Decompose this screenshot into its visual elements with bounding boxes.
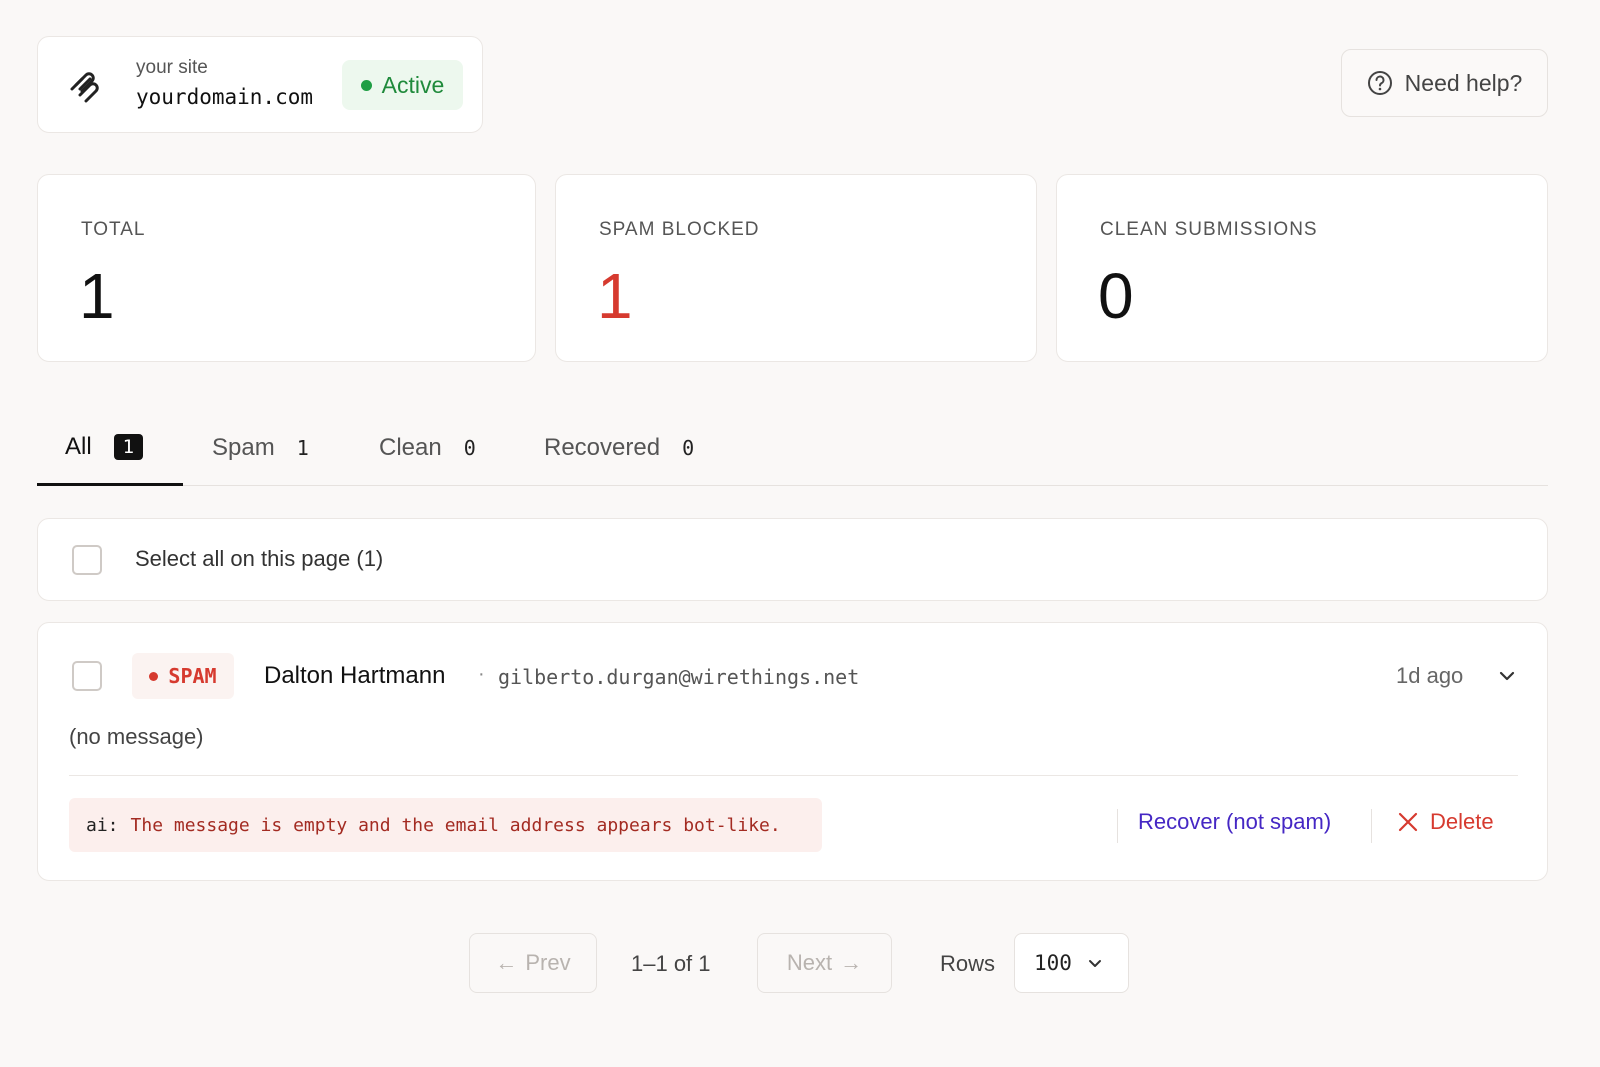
status-label: Active xyxy=(381,71,445,98)
divider xyxy=(69,775,1518,776)
tab-clean[interactable]: Clean 0 xyxy=(379,410,476,486)
spam-badge: SPAM xyxy=(132,653,234,699)
separator: · xyxy=(478,663,485,685)
divider xyxy=(1117,809,1118,843)
site-info: your site yourdomain.com xyxy=(136,57,313,109)
arrow-right-icon: → xyxy=(840,950,863,975)
stat-label: TOTAL xyxy=(81,219,146,240)
status-badge: Active xyxy=(342,60,463,110)
need-help-button[interactable]: Need help? xyxy=(1341,49,1548,117)
sender-name: Dalton Hartmann xyxy=(264,662,446,689)
spam-dot-icon xyxy=(149,671,159,681)
ai-reason-note: ai: The message is empty and the email a… xyxy=(69,798,822,852)
stat-card-spam-blocked: SPAM BLOCKED 1 xyxy=(555,174,1037,362)
next-label: Next xyxy=(786,950,833,975)
rows-value: 100 xyxy=(1034,951,1072,975)
select-all-bar: Select all on this page (1) xyxy=(37,518,1548,601)
stat-label: SPAM BLOCKED xyxy=(599,219,760,240)
need-help-label: Need help? xyxy=(1404,69,1523,96)
sender-email: gilberto.durgan@wirethings.net xyxy=(498,665,860,689)
tab-label: Clean xyxy=(379,434,442,461)
site-domain: yourdomain.com xyxy=(136,85,314,109)
tab-all[interactable]: All 1 xyxy=(37,410,183,486)
filter-tabs: All 1 Spam 1 Clean 0 Recovered 0 xyxy=(37,410,1548,486)
chevron-down-icon[interactable] xyxy=(1496,665,1518,687)
tab-count: 0 xyxy=(682,436,695,460)
select-all-label: Select all on this page (1) xyxy=(135,546,384,571)
stat-label: CLEAN SUBMISSIONS xyxy=(1100,219,1318,240)
tab-spam[interactable]: Spam 1 xyxy=(212,410,309,486)
spam-badge-label: SPAM xyxy=(168,664,217,688)
squarespace-logo-icon xyxy=(70,72,99,103)
status-dot-icon xyxy=(360,79,372,91)
timestamp: 1d ago xyxy=(1396,663,1464,688)
prev-page-button[interactable]: ← Prev xyxy=(469,933,597,993)
tab-count: 1 xyxy=(113,433,144,460)
stat-card-clean-submissions: CLEAN SUBMISSIONS 0 xyxy=(1056,174,1548,362)
submission-card: SPAM Dalton Hartmann · gilberto.durgan@w… xyxy=(37,622,1548,881)
select-all-checkbox[interactable] xyxy=(72,545,102,575)
prev-label: Prev xyxy=(525,950,571,975)
tab-label: Spam xyxy=(212,434,275,461)
delete-button[interactable]: Delete xyxy=(1398,809,1494,835)
recover-button[interactable]: Recover (not spam) xyxy=(1138,809,1331,835)
tab-count: 1 xyxy=(296,436,309,460)
site-card: your site yourdomain.com Active xyxy=(37,36,483,133)
rows-per-page-select[interactable]: 100 xyxy=(1014,933,1129,993)
page-info: 1–1 of 1 xyxy=(631,951,711,976)
stat-value: 0 xyxy=(1098,260,1134,332)
delete-label: Delete xyxy=(1430,809,1494,834)
next-page-button[interactable]: Next → xyxy=(757,933,892,993)
stat-value: 1 xyxy=(597,260,633,332)
ai-reason: The message is empty and the email addre… xyxy=(130,814,781,836)
message-text: (no message) xyxy=(69,724,204,749)
close-icon xyxy=(1398,812,1418,832)
tab-recovered[interactable]: Recovered 0 xyxy=(544,410,694,486)
divider xyxy=(1371,809,1372,843)
arrow-left-icon: ← xyxy=(495,950,518,975)
question-circle-icon xyxy=(1367,71,1392,95)
stat-value: 1 xyxy=(79,260,115,332)
stat-card-total: TOTAL 1 xyxy=(37,174,536,362)
submission-checkbox[interactable] xyxy=(72,661,102,691)
tab-count: 0 xyxy=(463,436,476,460)
rows-label: Rows xyxy=(940,951,996,976)
chevron-down-icon xyxy=(1088,960,1101,967)
site-label: your site xyxy=(136,57,208,78)
tab-label: Recovered xyxy=(544,434,661,461)
ai-prefix: ai: xyxy=(86,814,119,836)
tab-label: All xyxy=(65,432,92,460)
